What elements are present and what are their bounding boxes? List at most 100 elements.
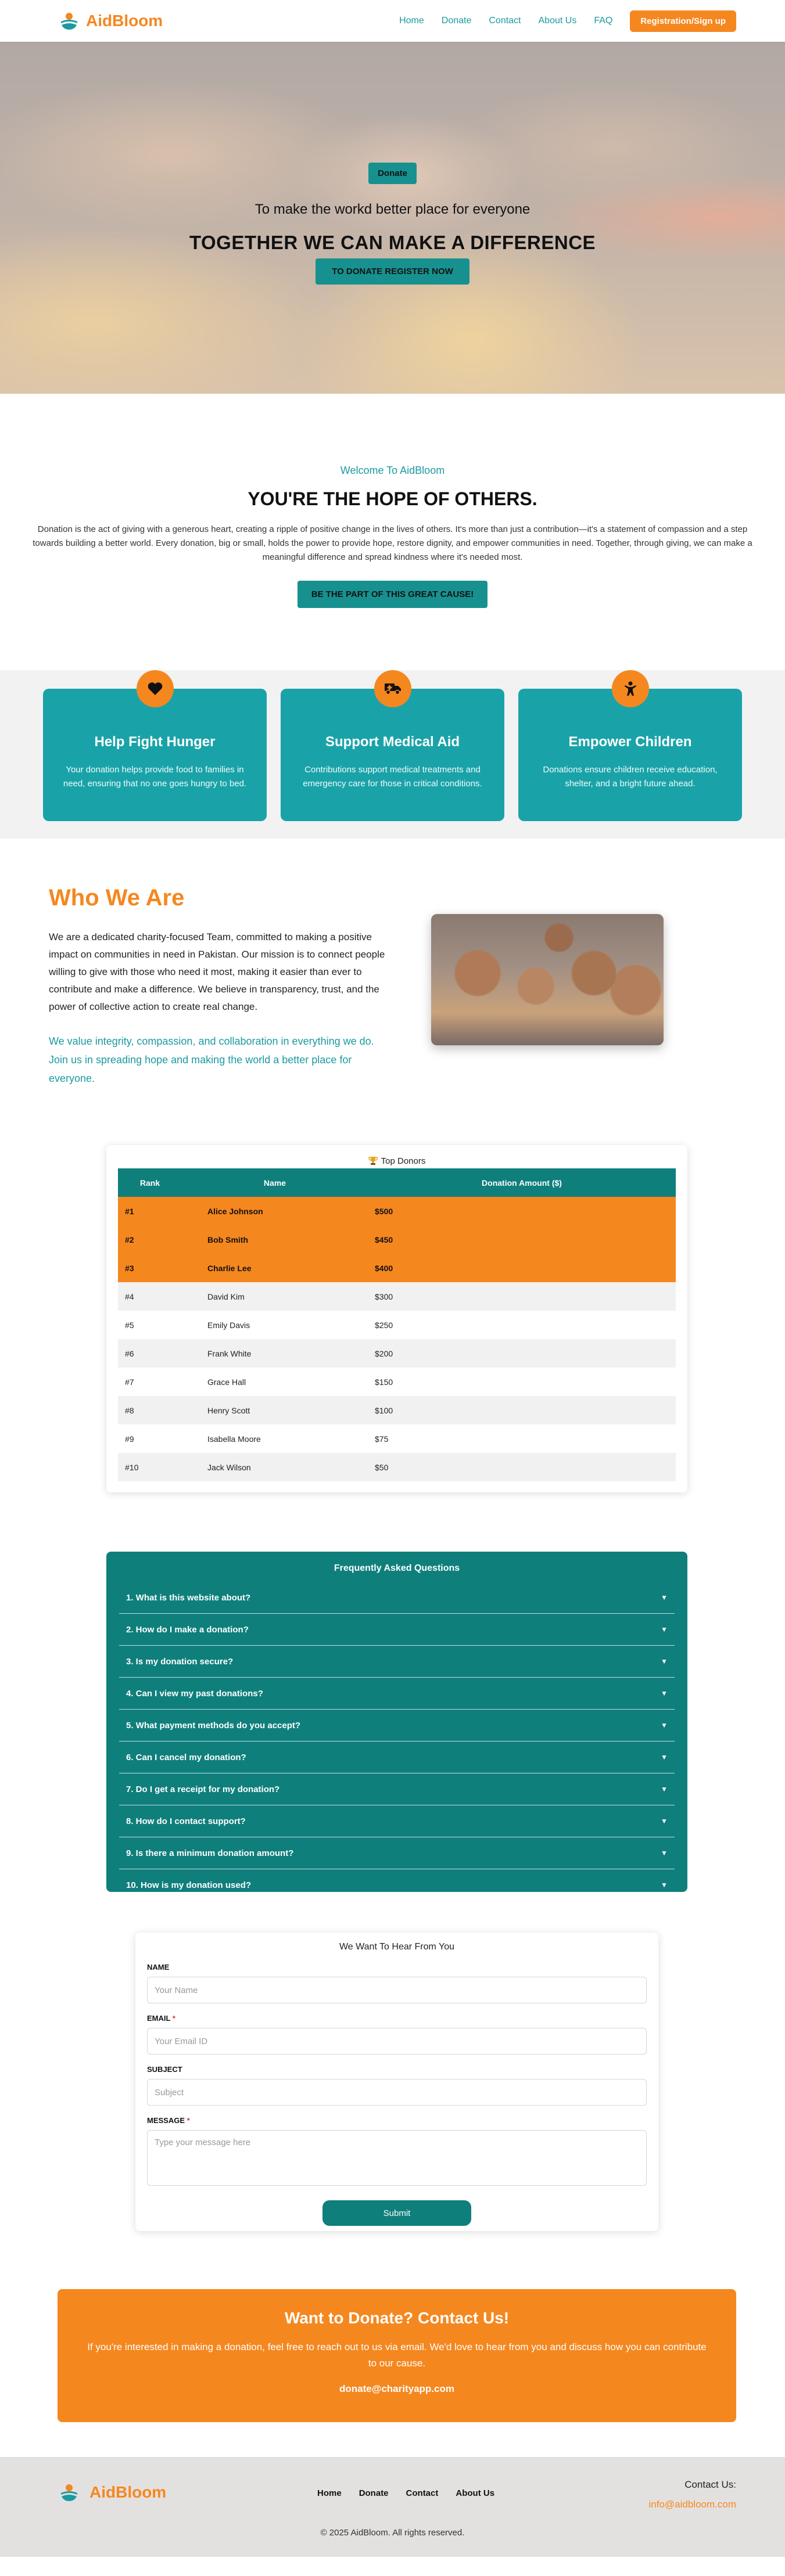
table-row: #9 Isabella Moore $75 xyxy=(118,1424,676,1453)
table-row: #7 Grace Hall $150 xyxy=(118,1368,676,1396)
rank-cell: #3 xyxy=(118,1254,182,1282)
feature-text: Donations ensure children receive educat… xyxy=(543,765,718,789)
table-row: #1 Alice Johnson $500 xyxy=(118,1197,676,1225)
submit-button[interactable]: Submit xyxy=(322,2200,471,2226)
footer-brand[interactable]: AidBloom xyxy=(59,2483,166,2502)
donors-table: Rank Name Donation Amount ($) #1 Alice Jo… xyxy=(118,1168,676,1481)
faq-item[interactable]: 1. What is this website about? ▼ xyxy=(119,1582,675,1614)
name-cell: Jack Wilson xyxy=(182,1453,368,1481)
footer-link-about[interactable]: About Us xyxy=(456,2488,494,2498)
who-we-are-text-block: Who We Are We are a dedicated charity-fo… xyxy=(49,885,386,1088)
message-field[interactable] xyxy=(147,2130,647,2186)
name-field[interactable] xyxy=(147,1977,647,2003)
nav-link-faq[interactable]: FAQ xyxy=(594,16,612,26)
email-label-text: EMAIL xyxy=(147,2014,171,2023)
amount-cell: $450 xyxy=(368,1225,676,1254)
faq-item[interactable]: 4. Can I view my past donations? ▼ xyxy=(119,1678,675,1710)
amount-cell: $200 xyxy=(368,1339,676,1368)
footer: AidBloom Home Donate Contact About Us Co… xyxy=(0,2457,785,2557)
faq-question: 5. What payment methods do you accept? xyxy=(126,1720,301,1730)
rank-cell: #6 xyxy=(118,1339,182,1368)
hero-subtitle: To make the workd better place for every… xyxy=(255,202,530,217)
rank-cell: #10 xyxy=(118,1453,182,1481)
faq-item[interactable]: 6. Can I cancel my donation? ▼ xyxy=(119,1742,675,1773)
name-cell: Alice Johnson xyxy=(182,1197,368,1225)
footer-contact-email[interactable]: info@aidbloom.com xyxy=(649,2499,737,2510)
faq-question: 4. Can I view my past donations? xyxy=(126,1688,263,1699)
rank-cell: #1 xyxy=(118,1197,182,1225)
faq-item[interactable]: 10. How is my donation used? ▼ xyxy=(119,1869,675,1901)
rank-cell: #9 xyxy=(118,1424,182,1453)
subject-label: SUBJECT xyxy=(147,2065,182,2074)
faq-item[interactable]: 8. How do I contact support? ▼ xyxy=(119,1805,675,1837)
required-mark: * xyxy=(172,2014,175,2023)
footer-link-donate[interactable]: Donate xyxy=(359,2488,389,2498)
who-we-are-values: We value integrity, compassion, and coll… xyxy=(49,1035,374,1084)
column-header-rank: Rank xyxy=(118,1168,182,1197)
trophy-icon xyxy=(368,1157,378,1165)
who-we-are-section: Who We Are We are a dedicated charity-fo… xyxy=(0,839,785,1145)
faq-item[interactable]: 2. How do I make a donation? ▼ xyxy=(119,1614,675,1646)
name-cell: Emily Davis xyxy=(182,1311,368,1339)
faq-item[interactable]: 7. Do I get a receipt for my donation? ▼ xyxy=(119,1773,675,1805)
faq-card: Frequently Asked Questions 1. What is th… xyxy=(106,1552,687,1901)
nav-link-contact[interactable]: Contact xyxy=(489,16,521,26)
footer-link-contact[interactable]: Contact xyxy=(406,2488,439,2498)
email-label: EMAIL * xyxy=(147,2014,647,2024)
table-row: #6 Frank White $200 xyxy=(118,1339,676,1368)
faq-item[interactable]: 5. What payment methods do you accept? ▼ xyxy=(119,1710,675,1742)
amount-cell: $500 xyxy=(368,1197,676,1225)
truck-icon xyxy=(374,670,411,707)
faq-question: 6. Can I cancel my donation? xyxy=(126,1752,246,1762)
register-signup-button[interactable]: Registration/Sign up xyxy=(630,10,736,32)
feature-title: Empower Children xyxy=(568,734,692,750)
join-cause-button[interactable]: BE THE PART OF THIS GREAT CAUSE! xyxy=(297,581,488,608)
logo-icon xyxy=(61,2484,77,2501)
heart-icon xyxy=(136,670,174,707)
hero-section: Donate To make the workd better place fo… xyxy=(0,42,785,394)
name-cell: Grace Hall xyxy=(182,1368,368,1396)
cta-text: If you're interested in making a donatio… xyxy=(87,2341,707,2369)
subject-field[interactable] xyxy=(147,2079,647,2106)
brand[interactable]: AidBloom xyxy=(59,11,163,31)
faq-item[interactable]: 9. Is there a minimum donation amount? ▼ xyxy=(119,1837,675,1869)
faq-title: Frequently Asked Questions xyxy=(334,1563,460,1573)
rank-cell: #8 xyxy=(118,1396,182,1424)
table-row: #2 Bob Smith $450 xyxy=(118,1225,676,1254)
top-donors-section: Top Donors Rank Name Donation Amount ($)… xyxy=(0,1145,785,1552)
name-cell: Henry Scott xyxy=(182,1396,368,1424)
email-field[interactable] xyxy=(147,2028,647,2055)
feature-title: Support Medical Aid xyxy=(325,734,460,750)
cta-title: Want to Donate? Contact Us! xyxy=(284,2309,510,2327)
cta-email-link[interactable]: donate@charityapp.com xyxy=(58,2383,736,2395)
name-cell: David Kim xyxy=(182,1282,368,1311)
table-header-row: Rank Name Donation Amount ($) xyxy=(118,1168,676,1197)
donate-cta-card: Want to Donate? Contact Us! If you're in… xyxy=(58,2289,736,2422)
amount-cell: $50 xyxy=(368,1453,676,1481)
hero-donate-button[interactable]: Donate xyxy=(368,163,417,184)
caret-down-icon: ▼ xyxy=(661,1625,668,1634)
child-icon xyxy=(611,670,649,707)
caret-down-icon: ▼ xyxy=(661,1849,668,1857)
faq-section: Frequently Asked Questions 1. What is th… xyxy=(0,1552,785,1933)
logo-icon xyxy=(61,13,77,30)
nav-link-home[interactable]: Home xyxy=(399,16,424,26)
footer-contact-label: Contact Us: xyxy=(684,2479,736,2490)
footer-link-home[interactable]: Home xyxy=(317,2488,342,2498)
feature-card-medical: Support Medical Aid Contributions suppor… xyxy=(281,670,504,821)
hero-register-button[interactable]: TO DONATE REGISTER NOW xyxy=(316,258,469,285)
top-navbar: AidBloom Home Donate Contact About Us FA… xyxy=(0,0,785,42)
who-we-are-text: We are a dedicated charity-focused Team,… xyxy=(49,931,385,1012)
faq-item[interactable]: 3. Is my donation secure? ▼ xyxy=(119,1646,675,1678)
footer-contact: Contact Us: info@aidbloom.com xyxy=(649,2479,737,2510)
faq-question: 7. Do I get a receipt for my donation? xyxy=(126,1784,280,1794)
hero-content: Donate To make the workd better place fo… xyxy=(0,42,785,394)
feature-text: Contributions support medical treatments… xyxy=(303,765,482,789)
column-header-amount: Donation Amount ($) xyxy=(368,1168,676,1197)
nav-link-about[interactable]: About Us xyxy=(539,16,577,26)
nav-link-donate[interactable]: Donate xyxy=(442,16,472,26)
amount-cell: $100 xyxy=(368,1396,676,1424)
caret-down-icon: ▼ xyxy=(661,1817,668,1825)
caret-down-icon: ▼ xyxy=(661,1657,668,1665)
faq-question: 2. How do I make a donation? xyxy=(126,1624,249,1635)
